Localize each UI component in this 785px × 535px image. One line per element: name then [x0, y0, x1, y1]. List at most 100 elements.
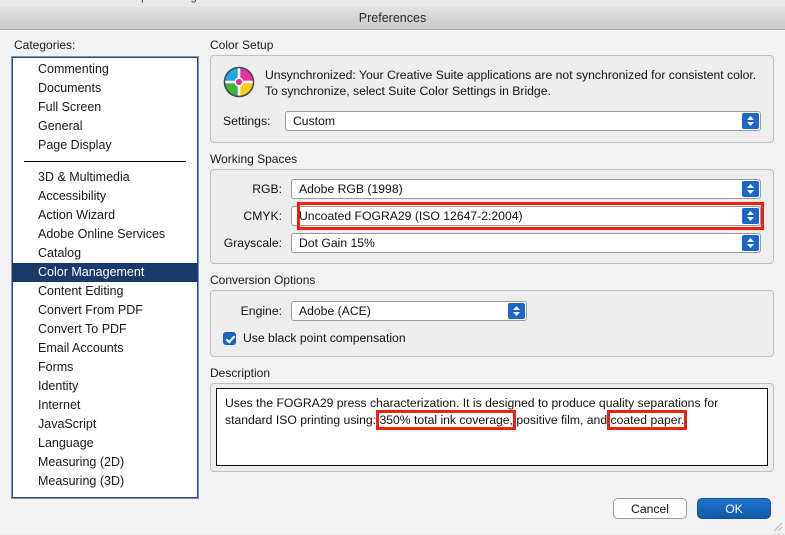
sidebar-item-convert-to-pdf[interactable]: Convert To PDF — [12, 320, 198, 339]
sidebar-item-label: JavaScript — [38, 417, 97, 431]
description-group-title: Description — [210, 366, 271, 380]
engine-row: Engine: Adobe (ACE) — [223, 301, 761, 321]
cmyk-dropdown[interactable]: Uncoated FOGRA29 (ISO 12647-2:2004) — [291, 206, 761, 226]
working-spaces-group-title: Working Spaces — [210, 152, 298, 166]
dialog-body: Categories: Commenting Documents Full Scre… — [0, 30, 785, 533]
rgb-row: RGB: Adobe RGB (1998) — [223, 179, 761, 199]
settings-panel: Color Setup Unsynchronized: Your Creativ… — [210, 38, 774, 481]
sidebar-item-language[interactable]: Language — [12, 434, 198, 453]
sidebar-item-action-wizard[interactable]: Action Wizard — [12, 206, 198, 225]
settings-row: Settings: Custom — [223, 111, 761, 131]
engine-dropdown-value: Adobe (ACE) — [299, 304, 371, 318]
ok-button[interactable]: OK — [697, 498, 771, 519]
settings-dropdown[interactable]: Custom — [285, 111, 761, 131]
sidebar-item-label: Commenting — [38, 62, 109, 76]
cancel-button[interactable]: Cancel — [613, 498, 687, 519]
grayscale-row: Grayscale: Dot Gain 15% — [223, 233, 761, 253]
sidebar-item-label: Forms — [38, 360, 74, 374]
sidebar-item-color-management[interactable]: Color Management — [12, 263, 198, 282]
conversion-options-box: Engine: Adobe (ACE) Use black point comp… — [210, 290, 774, 357]
grayscale-dropdown-value: Dot Gain 15% — [299, 236, 375, 250]
app-menu-bar-share-link[interactable]: Share — [750, 0, 779, 3]
description-highlight-coated-paper: coated paper. — [607, 409, 688, 430]
sync-status-row: Unsynchronized: Your Creative Suite appl… — [223, 66, 761, 99]
chevron-updown-icon — [742, 113, 759, 129]
sidebar-item-label: Convert From PDF — [38, 303, 143, 317]
description-text-area: Uses the FOGRA29 press characterization.… — [216, 388, 768, 466]
sync-status-message: Unsynchronized: Your Creative Suite appl… — [265, 68, 757, 98]
resize-grip[interactable] — [771, 520, 783, 532]
sidebar-item-label: Language — [38, 436, 94, 450]
sidebar-item-label: Page Display — [38, 138, 112, 152]
color-wheel-icon — [223, 66, 255, 98]
chevron-updown-icon — [742, 208, 759, 224]
sidebar-item-content-editing[interactable]: Content Editing — [12, 282, 198, 301]
chevron-updown-icon — [742, 181, 759, 197]
sidebar-item-javascript[interactable]: JavaScript — [12, 415, 198, 434]
working-spaces-group: Working Spaces RGB: Adobe RGB (1998) CMYK:… — [210, 152, 774, 264]
engine-label: Engine: — [240, 304, 282, 318]
dialog-titlebar[interactable]: Preferences — [0, 7, 785, 30]
cmyk-label: CMYK: — [243, 209, 282, 223]
grayscale-label: Grayscale: — [223, 236, 282, 250]
grayscale-dropdown[interactable]: Dot Gain 15% — [291, 233, 761, 253]
conversion-options-group-title: Conversion Options — [210, 273, 316, 287]
description-box: Uses the FOGRA29 press characterization.… — [210, 383, 774, 472]
conversion-options-group: Conversion Options Engine: Adobe (ACE) U… — [210, 273, 774, 357]
sidebar-item-label: Accessibility — [38, 189, 107, 203]
sidebar-item-label: 3D & Multimedia — [38, 170, 130, 184]
settings-label: Settings: — [223, 114, 271, 128]
cmyk-dropdown-value: Uncoated FOGRA29 (ISO 12647-2:2004) — [299, 209, 523, 223]
color-setup-box: Unsynchronized: Your Creative Suite appl… — [210, 55, 774, 143]
sidebar-item-documents[interactable]: Documents — [12, 79, 198, 98]
black-point-compensation-label: Use black point compensation — [243, 331, 406, 345]
description-text-segment-2: positive film, and — [512, 412, 611, 427]
sidebar-item-label: Email Accounts — [38, 341, 124, 355]
categories-listbox[interactable]: Commenting Documents Full Screen General Pag… — [11, 56, 199, 499]
sidebar-item-full-screen[interactable]: Full Screen — [12, 98, 198, 117]
dialog-title: Preferences — [358, 11, 427, 25]
preferences-dialog: Preferences Categories: Commenting Docume… — [0, 7, 785, 533]
working-spaces-box: RGB: Adobe RGB (1998) CMYK: Uncoated FOGRA2… — [210, 169, 774, 264]
chevron-updown-icon — [508, 303, 525, 319]
sidebar-item-email-accounts[interactable]: Email Accounts — [12, 339, 198, 358]
engine-dropdown[interactable]: Adobe (ACE) — [291, 301, 527, 321]
sidebar-item-convert-from-pdf[interactable]: Convert From PDF — [12, 301, 198, 320]
sidebar-item-label: Identity — [38, 379, 79, 393]
dialog-footer: Cancel OK — [613, 498, 771, 519]
categories-pane: Categories: Commenting Documents Full Scre… — [11, 38, 201, 499]
settings-dropdown-value: Custom — [293, 114, 335, 128]
sidebar-item-label: General — [38, 119, 83, 133]
sidebar-item-label: Color Management — [38, 265, 145, 279]
sidebar-item-identity[interactable]: Identity — [12, 377, 198, 396]
sidebar-item-catalog[interactable]: Catalog — [12, 244, 198, 263]
sidebar-item-label: Action Wizard — [38, 208, 116, 222]
sidebar-item-commenting[interactable]: Commenting — [12, 60, 198, 79]
rgb-dropdown-value: Adobe RGB (1998) — [299, 182, 403, 196]
black-point-compensation-row[interactable]: Use black point compensation — [223, 331, 761, 345]
cmyk-row: CMYK: Uncoated FOGRA29 (ISO 12647-2:2004) — [223, 202, 764, 230]
color-setup-group: Color Setup Unsynchronized: Your Creativ… — [210, 38, 774, 143]
black-point-compensation-checkbox[interactable] — [223, 331, 236, 345]
rgb-dropdown[interactable]: Adobe RGB (1998) — [291, 179, 761, 199]
categories-separator — [24, 161, 186, 162]
sidebar-item-accessibility[interactable]: Accessibility — [12, 187, 198, 206]
sidebar-item-label: Convert To PDF — [38, 322, 127, 336]
sidebar-item-forms[interactable]: Forms — [12, 358, 198, 377]
color-setup-group-title: Color Setup — [210, 38, 274, 52]
sidebar-item-label: Adobe Online Services — [38, 227, 166, 241]
app-menu-bar-left-items[interactable]: File Edit View Window Help Tools Sign Co… — [8, 0, 256, 3]
description-highlight-ink-coverage: 350% total ink coverage, — [376, 409, 516, 430]
sidebar-item-page-display[interactable]: Page Display — [12, 136, 198, 155]
sidebar-item-measuring-2d[interactable]: Measuring (2D) — [12, 453, 198, 472]
sidebar-item-label: Measuring (2D) — [38, 455, 125, 469]
sidebar-item-label: Content Editing — [38, 284, 124, 298]
sidebar-item-3d-multimedia[interactable]: 3D & Multimedia — [12, 168, 198, 187]
sidebar-item-adobe-online-services[interactable]: Adobe Online Services — [12, 225, 198, 244]
sidebar-item-label: Catalog — [38, 246, 82, 260]
sidebar-item-label: Full Screen — [38, 100, 102, 114]
rgb-label: RGB: — [252, 182, 282, 196]
sidebar-item-internet[interactable]: Internet — [12, 396, 198, 415]
sidebar-item-general[interactable]: General — [12, 117, 198, 136]
sidebar-item-measuring-3d[interactable]: Measuring (3D) — [12, 472, 198, 491]
